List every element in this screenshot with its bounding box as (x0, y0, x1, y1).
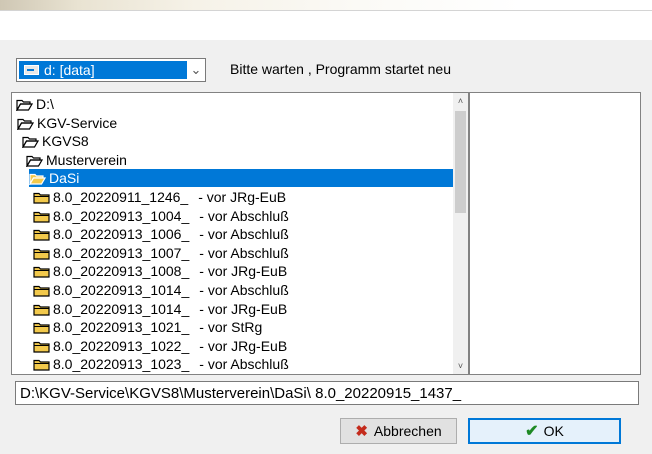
folder-item[interactable]: 8.0_20220913_1021_ - vor StRg (33, 318, 262, 336)
folder-name: KGVS8 (42, 133, 89, 150)
folder-icon (33, 191, 50, 204)
folder-description: - vor StRg (199, 319, 263, 336)
folder-icon (33, 340, 50, 353)
folder-name: Musterverein (46, 151, 127, 168)
scroll-thumb[interactable] (455, 111, 466, 213)
chevron-down-icon[interactable]: ⌄ (187, 59, 205, 81)
status-message: Bitte warten , Programm startet neu (230, 61, 451, 77)
folder-item[interactable]: Musterverein (25, 151, 137, 169)
folder-icon (33, 265, 50, 278)
folder-item[interactable]: KGVS8 (21, 132, 99, 150)
folder-icon (33, 321, 50, 334)
open-folder-icon (25, 154, 44, 169)
folder-description: - vor Abschluß (199, 356, 289, 373)
open-folder-icon (16, 117, 35, 131)
folder-item[interactable]: KGV-Service (16, 114, 127, 132)
path-input[interactable]: D:\KGV-Service\KGVS8\Musterverein\DaSi\ … (15, 381, 639, 405)
file-list[interactable] (469, 92, 641, 375)
scroll-up-icon[interactable]: ˄ (453, 93, 468, 109)
cancel-button-label: Abbrechen (373, 423, 442, 439)
folder-icon (33, 303, 50, 316)
close-icon: ✖ (355, 423, 368, 440)
folder-name: 8.0_20220913_1006_ (53, 226, 190, 243)
drive-label: d: [data] (44, 62, 95, 78)
drive-selected-value: d: [data] (19, 61, 187, 79)
folder-item[interactable]: 8.0_20220913_1022_ - vor JRg-EuB (33, 337, 287, 355)
check-icon: ✔ (525, 423, 539, 440)
folder-item[interactable]: 8.0_20220913_1007_ - vor Abschluß (33, 244, 289, 262)
folder-description: - vor JRg-EuB (199, 263, 288, 280)
folder-item[interactable]: 8.0_20220913_1004_ - vor Abschluß (33, 207, 289, 225)
folder-icon (33, 247, 50, 260)
folder-item[interactable]: 8.0_20220913_1023_ - vor Abschluß (33, 355, 289, 373)
folder-name: KGV-Service (37, 114, 118, 131)
folder-name: DaSi (49, 170, 80, 187)
folder-scrollbar[interactable]: ˄ ˅ (453, 93, 468, 374)
open-folder-icon (21, 135, 40, 150)
folder-name: 8.0_20220913_1008_ (53, 263, 190, 280)
folder-description: - vor Abschluß (199, 207, 289, 224)
folder-item[interactable]: 8.0_20220911_1246_ - vor JRg-EuB (33, 188, 286, 206)
folder-name: 8.0_20220913_1007_ (53, 244, 190, 261)
folder-icon (33, 358, 50, 371)
folder-item[interactable]: DaSi (28, 169, 453, 188)
scroll-down-icon[interactable]: ˅ (453, 358, 468, 374)
open-folder-icon (28, 172, 47, 187)
folder-description: - vor Abschluß (199, 226, 289, 243)
folder-name: 8.0_20220913_1023_ (53, 356, 190, 373)
folder-name: 8.0_20220913_1021_ (53, 319, 190, 336)
folder-description: - vor JRg-EuB (198, 189, 287, 205)
ok-button-label: OK (543, 423, 564, 439)
folder-item[interactable]: 8.0_20220913_1014_ - vor JRg-EuB (33, 300, 287, 318)
window-divider (0, 10, 652, 11)
folder-icon (33, 210, 50, 223)
folder-description: - vor Abschluß (199, 244, 289, 261)
folder-item[interactable]: 8.0_20220913_1014_ - vor Abschluß (33, 281, 289, 299)
folder-name: D:\ (36, 96, 54, 112)
open-folder-icon (15, 98, 34, 113)
background-window-strip (0, 0, 652, 10)
folder-name: 8.0_20220913_1014_ (53, 282, 190, 298)
folder-name: 8.0_20220913_1022_ (53, 337, 190, 354)
folder-description: - vor JRg-EuB (199, 300, 288, 317)
folder-icon (33, 284, 50, 297)
folder-description: - vor JRg-EuB (199, 337, 288, 354)
folder-name: 8.0_20220911_1246_ (53, 189, 189, 205)
folder-item[interactable]: D:\ (15, 95, 64, 113)
folder-item[interactable]: 8.0_20220913_1008_ - vor JRg-EuB (33, 262, 287, 280)
folder-item[interactable]: 8.0_20220913_1006_ - vor Abschluß (33, 225, 289, 243)
ok-button[interactable]: ✔ OK (468, 418, 621, 444)
cancel-button[interactable]: ✖ Abbrechen (340, 418, 457, 444)
folder-tree[interactable]: D:\ KGV-Service KGVS8 Musterverein DaSi 8.0_2… (11, 92, 469, 375)
folder-name: 8.0_20220913_1014_ (53, 300, 190, 317)
folder-description: - vor Abschluß (199, 282, 289, 298)
folder-icon (33, 228, 50, 241)
drive-icon (24, 65, 39, 75)
folder-name: 8.0_20220913_1004_ (53, 207, 190, 224)
drive-select[interactable]: d: [data] ⌄ (16, 58, 206, 82)
